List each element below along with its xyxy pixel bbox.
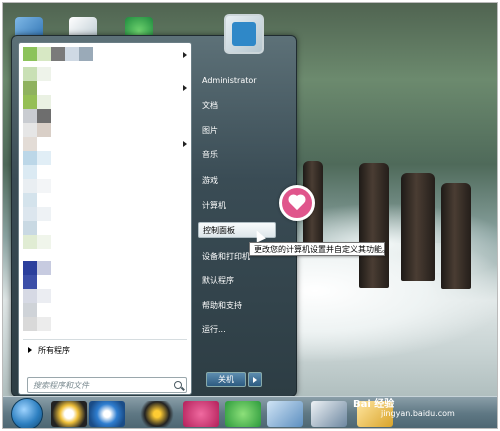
watermark-brand: Bai 经验 <box>353 399 395 410</box>
program-item[interactable] <box>23 317 51 331</box>
program-item[interactable] <box>23 179 51 193</box>
watermark-site: jingyan.baidu.com <box>381 409 455 418</box>
media-icon[interactable] <box>183 401 219 427</box>
program-item[interactable] <box>23 235 51 249</box>
search-placeholder: 搜索程序和文件 <box>33 380 89 390</box>
program-item[interactable] <box>23 289 51 303</box>
menu-item-computer[interactable]: 计算机 <box>202 200 226 211</box>
submenu-arrow-icon <box>183 52 187 58</box>
program-item[interactable] <box>23 123 51 137</box>
expand-arrow-icon <box>28 347 32 353</box>
program-item[interactable] <box>23 275 37 289</box>
start-menu: 所有程序 搜索程序和文件 Administrator 文档 图片 音乐 游戏 计… <box>11 14 297 398</box>
avatar-icon <box>232 22 256 46</box>
program-item[interactable] <box>23 151 51 165</box>
program-item[interactable] <box>23 137 37 151</box>
switcher-icon[interactable] <box>225 401 261 427</box>
program-item[interactable] <box>23 207 51 221</box>
menu-item-games[interactable]: 游戏 <box>202 175 218 186</box>
submenu-arrow-icon <box>183 141 187 147</box>
ie-icon[interactable] <box>89 401 125 427</box>
network-icon[interactable] <box>267 401 303 427</box>
program-item[interactable] <box>23 221 37 235</box>
separator <box>23 339 187 340</box>
program-item[interactable] <box>23 109 51 123</box>
menu-item-run[interactable]: 运行... <box>202 324 226 335</box>
program-item[interactable] <box>23 95 51 109</box>
pier-post <box>359 163 389 288</box>
program-item[interactable] <box>23 67 51 81</box>
program-item[interactable] <box>23 303 37 317</box>
penguin-icon[interactable] <box>139 401 175 427</box>
shutdown-options-button[interactable] <box>248 372 262 387</box>
program-item[interactable] <box>23 261 51 275</box>
shutdown-button[interactable]: 关机 <box>206 372 246 387</box>
menu-item-devices-printers[interactable]: 设备和打印机 <box>202 251 250 262</box>
program-item[interactable] <box>23 47 93 61</box>
menu-item-music[interactable]: 音乐 <box>202 149 218 160</box>
search-input[interactable]: 搜索程序和文件 <box>27 377 187 393</box>
search-icon[interactable] <box>174 381 182 389</box>
pier-post <box>401 173 435 281</box>
screenshot-frame: 所有程序 搜索程序和文件 Administrator 文档 图片 音乐 游戏 计… <box>2 2 498 429</box>
start-orb-icon[interactable] <box>11 398 43 428</box>
menu-item-default-programs[interactable]: 默认程序 <box>202 275 234 286</box>
all-programs-label: 所有程序 <box>38 345 70 355</box>
control-panel-tooltip: 更改您的计算机设置并自定义其功能。 <box>249 242 390 256</box>
qq-icon[interactable] <box>51 401 87 427</box>
all-programs-link[interactable]: 所有程序 <box>23 343 187 357</box>
program-item[interactable] <box>23 193 37 207</box>
menu-item-help-support[interactable]: 帮助和支持 <box>202 300 242 311</box>
menu-item-pictures[interactable]: 图片 <box>202 125 218 136</box>
program-list-pane: 所有程序 搜索程序和文件 <box>18 42 192 395</box>
pier-post <box>441 183 471 289</box>
menu-item-documents[interactable]: 文档 <box>202 100 218 111</box>
right-pane: Administrator 文档 图片 音乐 游戏 计算机 控制面板 设备和打印… <box>198 14 294 398</box>
heart-icon <box>279 185 315 221</box>
user-picture[interactable] <box>224 14 264 54</box>
program-item[interactable] <box>23 81 37 95</box>
submenu-arrow-icon <box>183 85 187 91</box>
program-item[interactable] <box>23 165 37 179</box>
menu-item-administrator[interactable]: Administrator <box>202 76 257 85</box>
computer-icon[interactable] <box>311 401 347 427</box>
